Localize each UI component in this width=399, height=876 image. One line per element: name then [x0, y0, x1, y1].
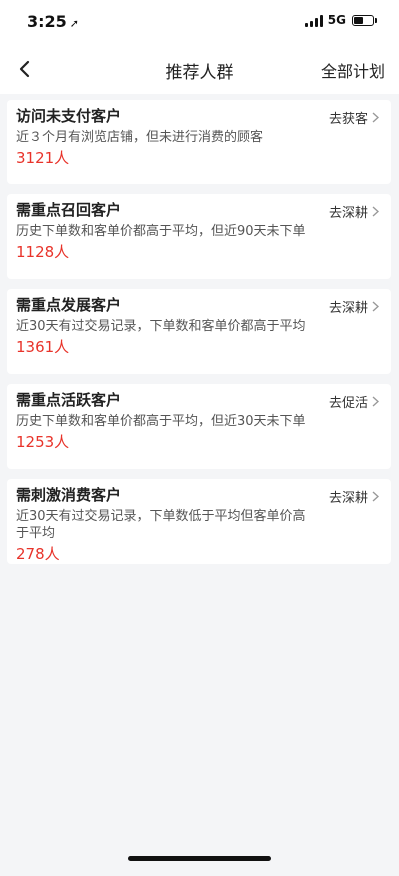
card-description: 近30天有过交易记录，下单数和客单价都高于平均	[16, 319, 306, 334]
signal-icon	[304, 14, 323, 27]
status-indicators: 5G	[304, 13, 377, 27]
nav-bar: 推荐人群 全部计划	[0, 44, 399, 94]
card-action-button[interactable]: 去深耕	[329, 297, 379, 316]
card-action-label: 去深耕	[328, 206, 368, 221]
chevron-right-icon	[372, 206, 379, 217]
card-action-button[interactable]: 去促活	[329, 392, 379, 411]
list-item[interactable]: 需重点发展客户 近30天有过交易记录，下单数和客单价都高于平均 1361人 去深…	[7, 289, 391, 374]
all-plans-button[interactable]: 全部计划	[321, 58, 385, 82]
card-action-button[interactable]: 去获客	[329, 108, 379, 127]
card-description: 历史下单数和客单价都高于平均，但近30天未下单	[16, 414, 306, 429]
card-action-button[interactable]: 去深耕	[329, 202, 379, 221]
card-action-label: 去深耕	[328, 301, 368, 316]
card-title: 需刺激消费客户	[16, 486, 122, 504]
status-time-text: 3:25	[27, 12, 67, 31]
location-arrow-icon: ➚	[69, 17, 80, 30]
network-type: 5G	[327, 13, 346, 27]
card-count: 1128人	[16, 243, 70, 261]
card-count: 1253人	[16, 433, 70, 451]
card-count: 278人	[16, 545, 60, 563]
card-description: 历史下单数和客单价都高于平均，但近90天未下单	[16, 224, 306, 239]
chevron-right-icon	[372, 112, 379, 123]
list-item[interactable]: 需重点活跃客户 历史下单数和客单价都高于平均，但近30天未下单 1253人 去促…	[7, 384, 391, 469]
card-action-button[interactable]: 去深耕	[329, 487, 379, 506]
card-count: 3121人	[16, 149, 70, 167]
list-item[interactable]: 需重点召回客户 历史下单数和客单价都高于平均，但近90天未下单 1128人 去深…	[7, 194, 391, 279]
card-action-label: 去促活	[328, 396, 368, 411]
chevron-right-icon	[372, 491, 379, 502]
list-item[interactable]: 需刺激消费客户 近30天有过交易记录，下单数低于平均但客单价高于平均 278人 …	[7, 479, 391, 564]
card-title: 访问未支付客户	[16, 107, 122, 125]
home-indicator[interactable]	[128, 856, 271, 861]
list-item[interactable]: 访问未支付客户 近３个月有浏览店铺，但未进行消费的顾客 3121人 去获客	[7, 100, 391, 184]
recommended-group-list: 访问未支付客户 近３个月有浏览店铺，但未进行消费的顾客 3121人 去获客 需重…	[7, 100, 391, 574]
card-title: 需重点召回客户	[16, 201, 122, 219]
status-bar: 3:25 ➚ 5G	[0, 0, 399, 44]
card-description: 近30天有过交易记录，下单数低于平均但客单价高于平均	[16, 509, 306, 541]
battery-tip	[375, 17, 377, 23]
status-time: 3:25 ➚	[27, 12, 79, 31]
card-description: 近３个月有浏览店铺，但未进行消费的顾客	[16, 130, 264, 145]
card-action-label: 去获客	[328, 112, 368, 127]
card-title: 需重点活跃客户	[16, 391, 122, 409]
chevron-right-icon	[372, 396, 379, 407]
chevron-right-icon	[372, 301, 379, 312]
card-action-label: 去深耕	[328, 491, 368, 506]
card-count: 1361人	[16, 338, 70, 356]
battery-icon	[352, 14, 374, 26]
card-title: 需重点发展客户	[16, 296, 122, 314]
